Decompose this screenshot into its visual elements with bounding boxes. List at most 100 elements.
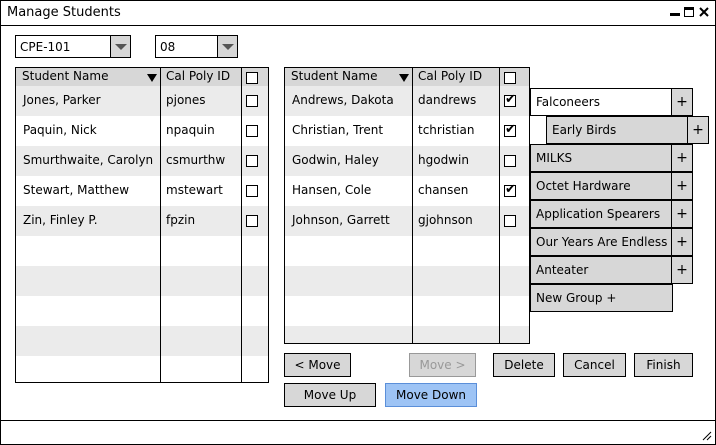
student-name-cell: Christian, Trent: [292, 123, 384, 137]
plus-icon[interactable]: +: [671, 256, 693, 284]
group-tab[interactable]: Octet Hardware: [530, 172, 673, 200]
row-checkbox[interactable]: [246, 185, 258, 197]
table-row[interactable]: Smurthwaite, Carolyn csmurthw: [16, 146, 268, 176]
row-checkbox[interactable]: [504, 215, 516, 227]
section-select-value: 08: [160, 40, 176, 54]
group-tab[interactable]: Early Birds: [546, 116, 689, 144]
group-tab-label: Application Spearers: [536, 207, 661, 221]
plus-icon[interactable]: +: [687, 116, 709, 144]
cal-poly-id-cell: tchristian: [418, 123, 475, 137]
group-tab-label: Anteater: [536, 263, 589, 277]
student-name-cell: Smurthwaite, Carolyn: [23, 153, 154, 167]
status-bar: [1, 420, 715, 444]
section-select[interactable]: 08: [155, 35, 238, 58]
table-row[interactable]: Andrews, Dakota dandrews: [285, 86, 529, 116]
cal-poly-id-cell: fpzin: [166, 213, 196, 227]
minimize-icon[interactable]: [670, 7, 680, 17]
new-group-label: New Group +: [536, 291, 617, 305]
column-header-id[interactable]: Cal Poly ID: [412, 68, 500, 86]
group-tab-label: Octet Hardware: [536, 179, 631, 193]
group-tab[interactable]: Anteater: [530, 256, 673, 284]
cal-poly-id-cell: chansen: [418, 183, 469, 197]
row-checkbox[interactable]: [246, 95, 258, 107]
unassigned-students-table: Student Name Cal Poly ID Jones, Parker pj…: [15, 67, 269, 383]
move-up-button[interactable]: Move Up: [284, 383, 376, 407]
close-icon[interactable]: [699, 7, 709, 17]
table-header: Student Name Cal Poly ID: [16, 68, 268, 86]
student-name-cell: Hansen, Cole: [292, 183, 372, 197]
group-tab-label: MILKS: [536, 151, 573, 165]
student-name-cell: Zin, Finley P.: [23, 213, 98, 227]
group-tab-label: Falconeers: [536, 95, 600, 109]
course-select[interactable]: CPE-101: [15, 35, 131, 58]
group-tab[interactable]: MILKS: [530, 144, 673, 172]
select-all-checkbox[interactable]: [504, 72, 516, 84]
cal-poly-id-cell: hgodwin: [418, 153, 469, 167]
row-checkbox[interactable]: [246, 155, 258, 167]
cal-poly-id-cell: npaquin: [166, 123, 215, 137]
plus-icon[interactable]: +: [671, 172, 693, 200]
resize-grip-icon[interactable]: [700, 429, 712, 441]
cal-poly-id-cell: csmurthw: [166, 153, 226, 167]
select-all-checkbox[interactable]: [246, 72, 258, 84]
plus-icon[interactable]: +: [671, 144, 693, 172]
title-bar: Manage Students: [1, 1, 715, 26]
row-checkbox[interactable]: [246, 215, 258, 227]
delete-button[interactable]: Delete: [493, 353, 555, 377]
column-header-name[interactable]: Student Name: [285, 68, 412, 86]
table-row[interactable]: Paquin, Nick npaquin: [16, 116, 268, 146]
column-header-name-label: Student Name: [291, 69, 378, 83]
column-header-id[interactable]: Cal Poly ID: [160, 68, 242, 86]
table-row[interactable]: Stewart, Matthew mstewart: [16, 176, 268, 206]
plus-icon[interactable]: +: [671, 228, 693, 256]
table-row[interactable]: Christian, Trent tchristian: [285, 116, 529, 146]
group-tab[interactable]: Falconeers: [530, 88, 673, 116]
table-row[interactable]: Zin, Finley P. fpzin: [16, 206, 268, 236]
manage-students-window: Manage Students CPE-101 08 Student Name …: [0, 0, 716, 445]
move-left-button[interactable]: < Move: [284, 353, 351, 377]
table-row[interactable]: Hansen, Cole chansen: [285, 176, 529, 206]
chevron-down-icon[interactable]: [110, 36, 130, 57]
student-name-cell: Stewart, Matthew: [23, 183, 130, 197]
row-checkbox[interactable]: [504, 155, 516, 167]
cal-poly-id-cell: mstewart: [166, 183, 223, 197]
move-down-button[interactable]: Move Down: [385, 383, 477, 407]
table-row: [16, 236, 268, 266]
column-header-name[interactable]: Student Name: [16, 68, 160, 86]
table-row[interactable]: Godwin, Haley hgodwin: [285, 146, 529, 176]
chevron-down-icon[interactable]: [217, 36, 237, 57]
table-row: [16, 296, 268, 326]
table-header: Student Name Cal Poly ID: [285, 68, 529, 86]
row-checkbox[interactable]: [504, 92, 516, 108]
table-row[interactable]: Jones, Parker pjones: [16, 86, 268, 116]
row-checkbox[interactable]: [504, 182, 516, 198]
cancel-button[interactable]: Cancel: [563, 353, 626, 377]
course-select-value: CPE-101: [20, 40, 71, 54]
student-name-cell: Andrews, Dakota: [292, 93, 394, 107]
student-name-cell: Johnson, Garrett: [292, 213, 390, 227]
student-name-cell: Jones, Parker: [23, 93, 101, 107]
table-row: [285, 236, 529, 266]
new-group-button[interactable]: New Group +: [530, 284, 673, 312]
column-header-name-label: Student Name: [22, 69, 109, 83]
group-tab-label: Our Years Are Endless: [536, 235, 668, 249]
row-checkbox[interactable]: [504, 122, 516, 138]
column-header-id-label: Cal Poly ID: [418, 69, 483, 83]
plus-icon[interactable]: +: [671, 200, 693, 228]
window-title: Manage Students: [7, 5, 121, 20]
row-checkbox[interactable]: [246, 125, 258, 137]
sort-desc-icon[interactable]: [147, 74, 157, 82]
finish-button[interactable]: Finish: [634, 353, 693, 377]
sort-desc-icon[interactable]: [399, 74, 409, 82]
group-tab-label: Early Birds: [552, 123, 617, 137]
plus-icon[interactable]: +: [671, 88, 693, 116]
table-row[interactable]: Johnson, Garrett gjohnson: [285, 206, 529, 236]
student-name-cell: Godwin, Haley: [292, 153, 379, 167]
column-header-id-label: Cal Poly ID: [166, 69, 231, 83]
group-tab[interactable]: Our Years Are Endless: [530, 228, 673, 256]
move-right-button[interactable]: Move >: [409, 353, 476, 377]
group-tab[interactable]: Application Spearers: [530, 200, 673, 228]
cal-poly-id-cell: dandrews: [418, 93, 477, 107]
maximize-icon[interactable]: [684, 7, 694, 17]
cal-poly-id-cell: pjones: [166, 93, 206, 107]
